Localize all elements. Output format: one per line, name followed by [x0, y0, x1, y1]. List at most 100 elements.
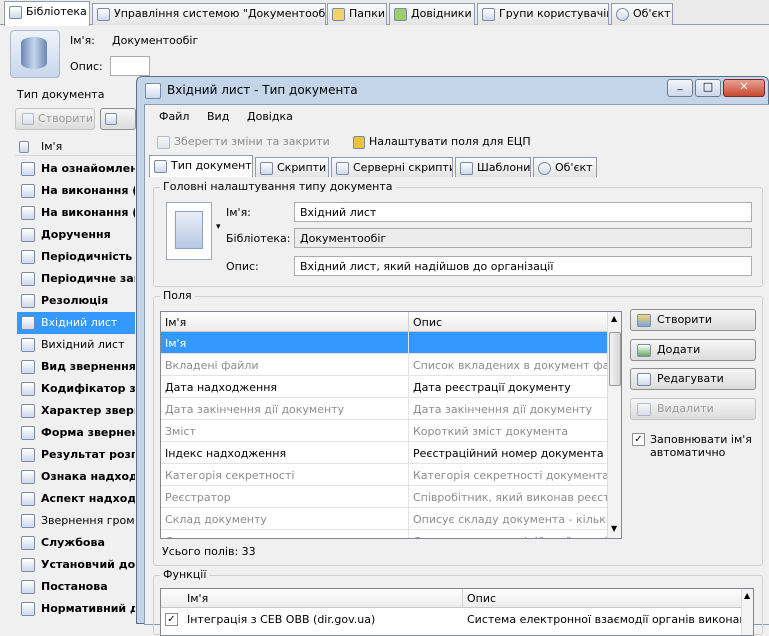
field-row-name[interactable]: Статус документу [161, 530, 409, 538]
fields-total: Усього полів: 33 [162, 545, 256, 558]
doc-type-item[interactable]: Періодичне зав. [17, 268, 135, 290]
dlg-tab-templates[interactable]: Шаблони [455, 157, 531, 177]
dictionary-icon [21, 470, 35, 484]
auto-fill-checkbox[interactable]: ✓ [632, 433, 645, 446]
doc-type-item[interactable]: На ознайомлен [17, 158, 135, 180]
tab-system-management[interactable]: Управління системою "Документообіг" [92, 3, 326, 25]
doc-type-item[interactable]: Установчий док [17, 554, 135, 576]
doc-type-item[interactable]: Кодифікатор зм [17, 378, 135, 400]
functions-col-name[interactable]: Ім'я [183, 589, 463, 608]
dlg-desc-field[interactable]: Вхідний лист, який надійшов до організац… [294, 256, 752, 276]
doc-type-item[interactable]: Ознака надходж [17, 466, 135, 488]
maximize-button[interactable]: □ [695, 79, 721, 97]
doc-type-item[interactable]: Нормативний до [17, 598, 135, 620]
dlg-library-label: Бібліотека: [226, 232, 291, 245]
field-row-desc[interactable]: Дата реєстрації документу [409, 376, 607, 398]
field-row-name[interactable]: Категорія секретності [161, 464, 409, 486]
dialog-title: Вхідний лист - Тип документа [167, 83, 358, 97]
library-name-value: Документообіг [112, 34, 199, 47]
doc-type-item[interactable]: Резолюція [17, 290, 135, 312]
tab-references[interactable]: Довідники [389, 3, 475, 25]
tab-folders[interactable]: Папки [327, 3, 387, 25]
doc-type-item[interactable]: Доручення [17, 224, 135, 246]
doc-type-item[interactable]: Періодичність [17, 246, 135, 268]
doc-type-item[interactable]: Звернення громад [17, 510, 135, 532]
create-field-button[interactable]: Створити [630, 309, 756, 331]
minimize-button[interactable]: _ [667, 79, 693, 97]
functions-scrollbar[interactable]: ▲ [741, 589, 753, 635]
function-desc[interactable]: Система електронної взаємодії органів ви… [463, 608, 741, 630]
fields-scrollbar[interactable]: ▲ ▼ [607, 312, 621, 538]
menu-file[interactable]: Файл [159, 110, 189, 123]
field-row-name[interactable]: Склад документу [161, 508, 409, 530]
library-database-icon [10, 30, 60, 78]
field-row-name[interactable]: Реєстратор [161, 486, 409, 508]
dictionary-icon [21, 492, 35, 506]
dlg-name-field[interactable]: Вхідний лист [294, 202, 752, 222]
chevron-down-icon[interactable]: ▾ [216, 222, 221, 232]
close-button[interactable]: ✕ [723, 79, 765, 97]
doc-type-item[interactable]: На виконання (з [17, 202, 135, 224]
dlg-tab-server-scripts[interactable]: Серверні скрипти [331, 157, 453, 177]
add-field-button[interactable]: Додати [630, 339, 756, 361]
field-row-name[interactable]: Зміст [161, 420, 409, 442]
doc-type-item[interactable]: Постанова [17, 576, 135, 598]
functions-group-title: Функції [160, 568, 210, 581]
field-row-desc[interactable]: Дата закінчення дії документу [409, 398, 607, 420]
doc-type-item[interactable]: На виконання (з [17, 180, 135, 202]
scroll-up-icon[interactable]: ▲ [744, 591, 750, 600]
doc-type-item[interactable]: Службова [17, 532, 135, 554]
fields-col-desc[interactable]: Опис [409, 312, 607, 332]
doc-type-item[interactable]: Характер зверн [17, 400, 135, 422]
field-row-name[interactable]: Ім'я [161, 332, 409, 354]
field-row-desc[interactable]: Реєстраційний номер документа [409, 442, 607, 464]
tab-user-groups[interactable]: Групи користувачів [477, 3, 609, 25]
doc-type-item[interactable]: Форма зверненн [17, 422, 135, 444]
save-close-button[interactable]: Зберегти зміни та закрити [157, 135, 330, 149]
doc-type-item[interactable]: Результат розгл [17, 444, 135, 466]
folder-icon [332, 7, 345, 21]
doc-type-item[interactable]: Вид звернення [17, 356, 135, 378]
field-row-desc[interactable]: Список вкладених в документ файлів [409, 354, 607, 376]
field-row-name[interactable]: Індекс надходження [161, 442, 409, 464]
create-doc-type-button[interactable]: Створити [15, 108, 95, 130]
functions-col-desc[interactable]: Опис [463, 589, 741, 608]
field-row-desc[interactable]: Статус документа (дійсний, не дійсний [409, 530, 607, 538]
doc-type-item[interactable]: Вхідний лист [17, 312, 135, 334]
field-row-name[interactable]: Вкладені файли [161, 354, 409, 376]
tab-library[interactable]: Бібліотека [4, 1, 90, 26]
fields-col-name[interactable]: Ім'я [161, 312, 409, 332]
field-row-desc[interactable]: Короткий зміст документа [409, 420, 607, 442]
field-row-name[interactable]: Дата надходження [161, 376, 409, 398]
fields-scroll-thumb[interactable] [609, 332, 621, 386]
library-desc-field[interactable] [110, 56, 150, 76]
function-name[interactable]: Інтеграція з СЕВ ОВВ (dir.gov.ua) [183, 608, 463, 630]
dialog-body: Файл Вид Довідка Зберегти зміни та закри… [144, 104, 769, 636]
doc-type-item[interactable]: Аспект надходж [17, 488, 135, 510]
doc-icon [21, 162, 35, 176]
doc-type-action-button[interactable] [100, 108, 136, 130]
field-row-desc[interactable]: Описує складу документа - кількість с [409, 508, 607, 530]
scroll-down-icon[interactable]: ▼ [611, 524, 617, 533]
menu-view[interactable]: Вид [207, 110, 229, 123]
save-icon [157, 135, 170, 149]
doc-type-large-icon[interactable] [166, 202, 212, 260]
field-row-name[interactable]: Дата закінчення дії документу [161, 398, 409, 420]
scroll-up-icon[interactable]: ▲ [611, 314, 617, 323]
edit-field-button[interactable]: Редагувати [630, 368, 756, 390]
configure-ecp-button[interactable]: Налаштувати поля для ЕЦП [353, 135, 531, 149]
field-row-desc[interactable]: Співробітник, який виконав реєстрації [409, 486, 607, 508]
doc-icon [21, 206, 35, 220]
tab-object[interactable]: Об'єкт [611, 3, 673, 25]
delete-field-button[interactable]: Видалити [630, 398, 756, 420]
create-icon [637, 313, 651, 327]
dlg-tab-scripts[interactable]: Скрипти [255, 157, 329, 177]
doc-type-item[interactable]: Вихідний лист [17, 334, 135, 356]
field-row-desc[interactable] [409, 332, 607, 354]
doc-types-header[interactable]: Ім'я [15, 137, 136, 156]
dlg-tab-object[interactable]: Об'єкт [533, 157, 597, 177]
menu-help[interactable]: Довідка [247, 110, 293, 123]
dlg-tab-doc-type[interactable]: Тип документу [149, 155, 253, 177]
function-checkbox[interactable]: ✓ [165, 613, 178, 626]
field-row-desc[interactable]: Категорія секретності документа (ком [409, 464, 607, 486]
